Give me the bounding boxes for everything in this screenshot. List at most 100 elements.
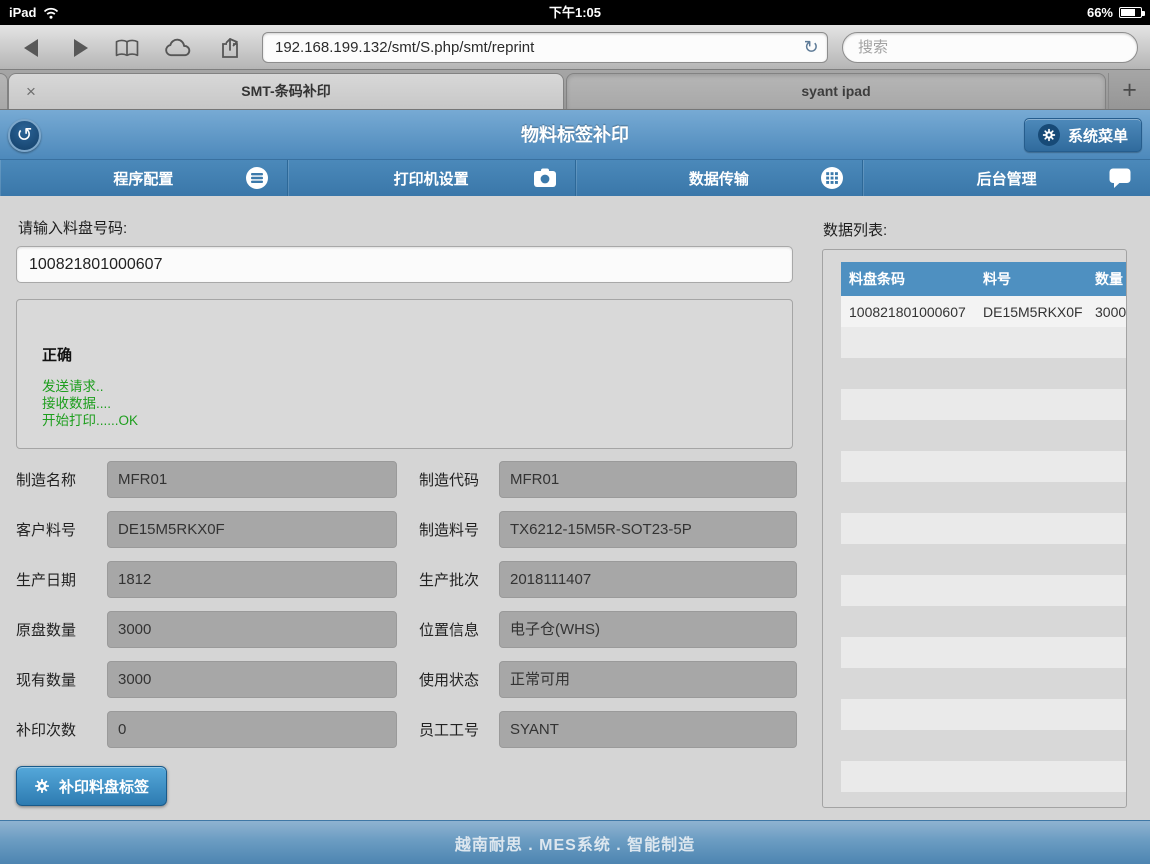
status-log: 发送请求.. 接收数据.... 开始打印......OK bbox=[42, 378, 138, 429]
field-value: TX6212-15M5R-SOT23-5P bbox=[499, 511, 797, 548]
empty-row bbox=[841, 575, 1127, 606]
status-line: 发送请求.. bbox=[42, 378, 138, 395]
empty-row bbox=[841, 451, 1127, 482]
field-label: 生产日期 bbox=[16, 569, 107, 590]
form-row: 原盘数量 3000 位置信息 电子仓(WHS) bbox=[16, 611, 797, 648]
tab-bar: × SMT-条码补印 syant ipad + bbox=[0, 70, 1150, 110]
field-value: 2018111407 bbox=[499, 561, 797, 598]
reel-number-input[interactable] bbox=[16, 246, 793, 283]
browser-toolbar: ↻ bbox=[0, 25, 1150, 70]
page-title: 物料标签补印 bbox=[0, 110, 1150, 160]
tab-smt-reprint[interactable]: × SMT-条码补印 bbox=[8, 73, 564, 109]
field-label: 现有数量 bbox=[16, 669, 107, 690]
status-bar: iPad 下午1:05 66% bbox=[0, 0, 1150, 25]
refresh-icon[interactable]: ↻ bbox=[798, 34, 824, 60]
back-nav-button[interactable] bbox=[14, 34, 48, 62]
empty-row bbox=[841, 761, 1127, 792]
empty-row bbox=[841, 730, 1127, 761]
form-row: 生产日期 1812 生产批次 2018111407 bbox=[16, 561, 797, 598]
camera-icon bbox=[533, 166, 557, 190]
column-header: 料盘条码 bbox=[841, 269, 983, 289]
system-menu-button[interactable]: 系统菜单 bbox=[1024, 118, 1142, 152]
status-line: 接收数据.... bbox=[42, 395, 138, 412]
nav-label: 打印机设置 bbox=[394, 168, 469, 189]
nav-label: 后台管理 bbox=[977, 168, 1037, 189]
forward-triangle-icon bbox=[71, 37, 91, 59]
system-menu-label: 系统菜单 bbox=[1068, 125, 1128, 146]
tab-label: syant ipad bbox=[567, 74, 1105, 109]
cloud-icon bbox=[163, 38, 193, 58]
book-icon bbox=[114, 37, 140, 59]
nav-item-printer-settings[interactable]: 打印机设置 bbox=[288, 160, 576, 196]
empty-row bbox=[841, 606, 1127, 637]
footer-text: 越南耐思 . MES系统 . 智能制造 bbox=[455, 831, 695, 855]
field-label: 制造代码 bbox=[419, 469, 499, 490]
reel-number-label: 请输入料盘号码: bbox=[18, 217, 127, 238]
battery-icon bbox=[1119, 7, 1142, 18]
field-label: 客户料号 bbox=[16, 519, 107, 540]
share-icon bbox=[219, 36, 243, 60]
tab-syant-ipad[interactable]: syant ipad bbox=[566, 73, 1106, 109]
status-message-box: 正确 发送请求.. 接收数据.... 开始打印......OK bbox=[16, 299, 793, 449]
form-row: 客户料号 DE15M5RKX0F 制造料号 TX6212-15M5R-SOT23… bbox=[16, 511, 797, 548]
app-footer: 越南耐思 . MES系统 . 智能制造 bbox=[0, 820, 1150, 864]
column-header: 数量 bbox=[1095, 269, 1127, 289]
datalist-table: 料盘条码 料号 数量 100821801000607 DE15M5RKX0F 3… bbox=[841, 262, 1127, 792]
grid-icon bbox=[820, 166, 844, 190]
forward-nav-button[interactable] bbox=[64, 34, 98, 62]
empty-row bbox=[841, 544, 1127, 575]
icloud-tabs-button[interactable] bbox=[161, 34, 195, 62]
empty-row bbox=[841, 482, 1127, 513]
field-value: MFR01 bbox=[499, 461, 797, 498]
datalist-title: 数据列表: bbox=[823, 219, 887, 240]
tab-edge-stub bbox=[0, 73, 8, 109]
new-tab-button[interactable]: + bbox=[1108, 73, 1150, 109]
close-tab-icon[interactable]: × bbox=[26, 74, 36, 109]
field-label: 原盘数量 bbox=[16, 619, 107, 640]
reprint-button-label: 补印料盘标签 bbox=[59, 776, 149, 797]
gear-icon bbox=[1038, 124, 1060, 146]
reprint-label-button[interactable]: 补印料盘标签 bbox=[16, 766, 167, 806]
column-header: 料号 bbox=[983, 269, 1095, 289]
list-icon bbox=[245, 166, 269, 190]
cell-part-no: DE15M5RKX0F bbox=[983, 304, 1095, 320]
ipad-screen: iPad 下午1:05 66% bbox=[0, 0, 1150, 864]
form-row: 制造名称 MFR01 制造代码 MFR01 bbox=[16, 461, 797, 498]
form-row: 现有数量 3000 使用状态 正常可用 bbox=[16, 661, 797, 698]
nav-item-program-config[interactable]: 程序配置 bbox=[0, 160, 288, 196]
table-row[interactable]: 100821801000607 DE15M5RKX0F 3000 bbox=[841, 296, 1127, 327]
field-label: 补印次数 bbox=[16, 719, 107, 740]
status-line: 开始打印......OK bbox=[42, 412, 138, 429]
bookmarks-button[interactable] bbox=[110, 34, 144, 62]
search-input[interactable] bbox=[842, 32, 1138, 63]
gear-icon bbox=[34, 778, 50, 794]
datalist-panel: 料盘条码 料号 数量 100821801000607 DE15M5RKX0F 3… bbox=[822, 249, 1127, 808]
cell-qty: 3000 bbox=[1095, 304, 1127, 320]
url-address-field[interactable] bbox=[262, 32, 828, 63]
nav-item-backend-admin[interactable]: 后台管理 bbox=[863, 160, 1150, 196]
nav-item-data-transfer[interactable]: 数据传输 bbox=[576, 160, 864, 196]
back-triangle-icon bbox=[21, 37, 41, 59]
clock: 下午1:05 bbox=[0, 0, 1150, 25]
battery-percent: 66% bbox=[1087, 5, 1113, 20]
field-value: 正常可用 bbox=[499, 661, 797, 698]
nav-bar: 程序配置 打印机设置 数据传输 bbox=[0, 160, 1150, 196]
form-row: 补印次数 0 员工工号 SYANT bbox=[16, 711, 797, 748]
detail-form: 制造名称 MFR01 制造代码 MFR01 客户料号 DE15M5RKX0F 制… bbox=[16, 461, 797, 761]
field-label: 员工工号 bbox=[419, 719, 499, 740]
table-header-row: 料盘条码 料号 数量 bbox=[841, 262, 1127, 296]
field-value: 0 bbox=[107, 711, 397, 748]
empty-row bbox=[841, 358, 1127, 389]
empty-row bbox=[841, 420, 1127, 451]
empty-row bbox=[841, 668, 1127, 699]
empty-row bbox=[841, 513, 1127, 544]
empty-row bbox=[841, 699, 1127, 730]
field-label: 生产批次 bbox=[419, 569, 499, 590]
tab-label: SMT-条码补印 bbox=[9, 74, 563, 109]
app-header: ↺ 物料标签补印 系统菜单 bbox=[0, 110, 1150, 160]
nav-label: 程序配置 bbox=[113, 168, 173, 189]
field-label: 使用状态 bbox=[419, 669, 499, 690]
share-button[interactable] bbox=[214, 34, 248, 62]
field-value: 1812 bbox=[107, 561, 397, 598]
field-value: MFR01 bbox=[107, 461, 397, 498]
